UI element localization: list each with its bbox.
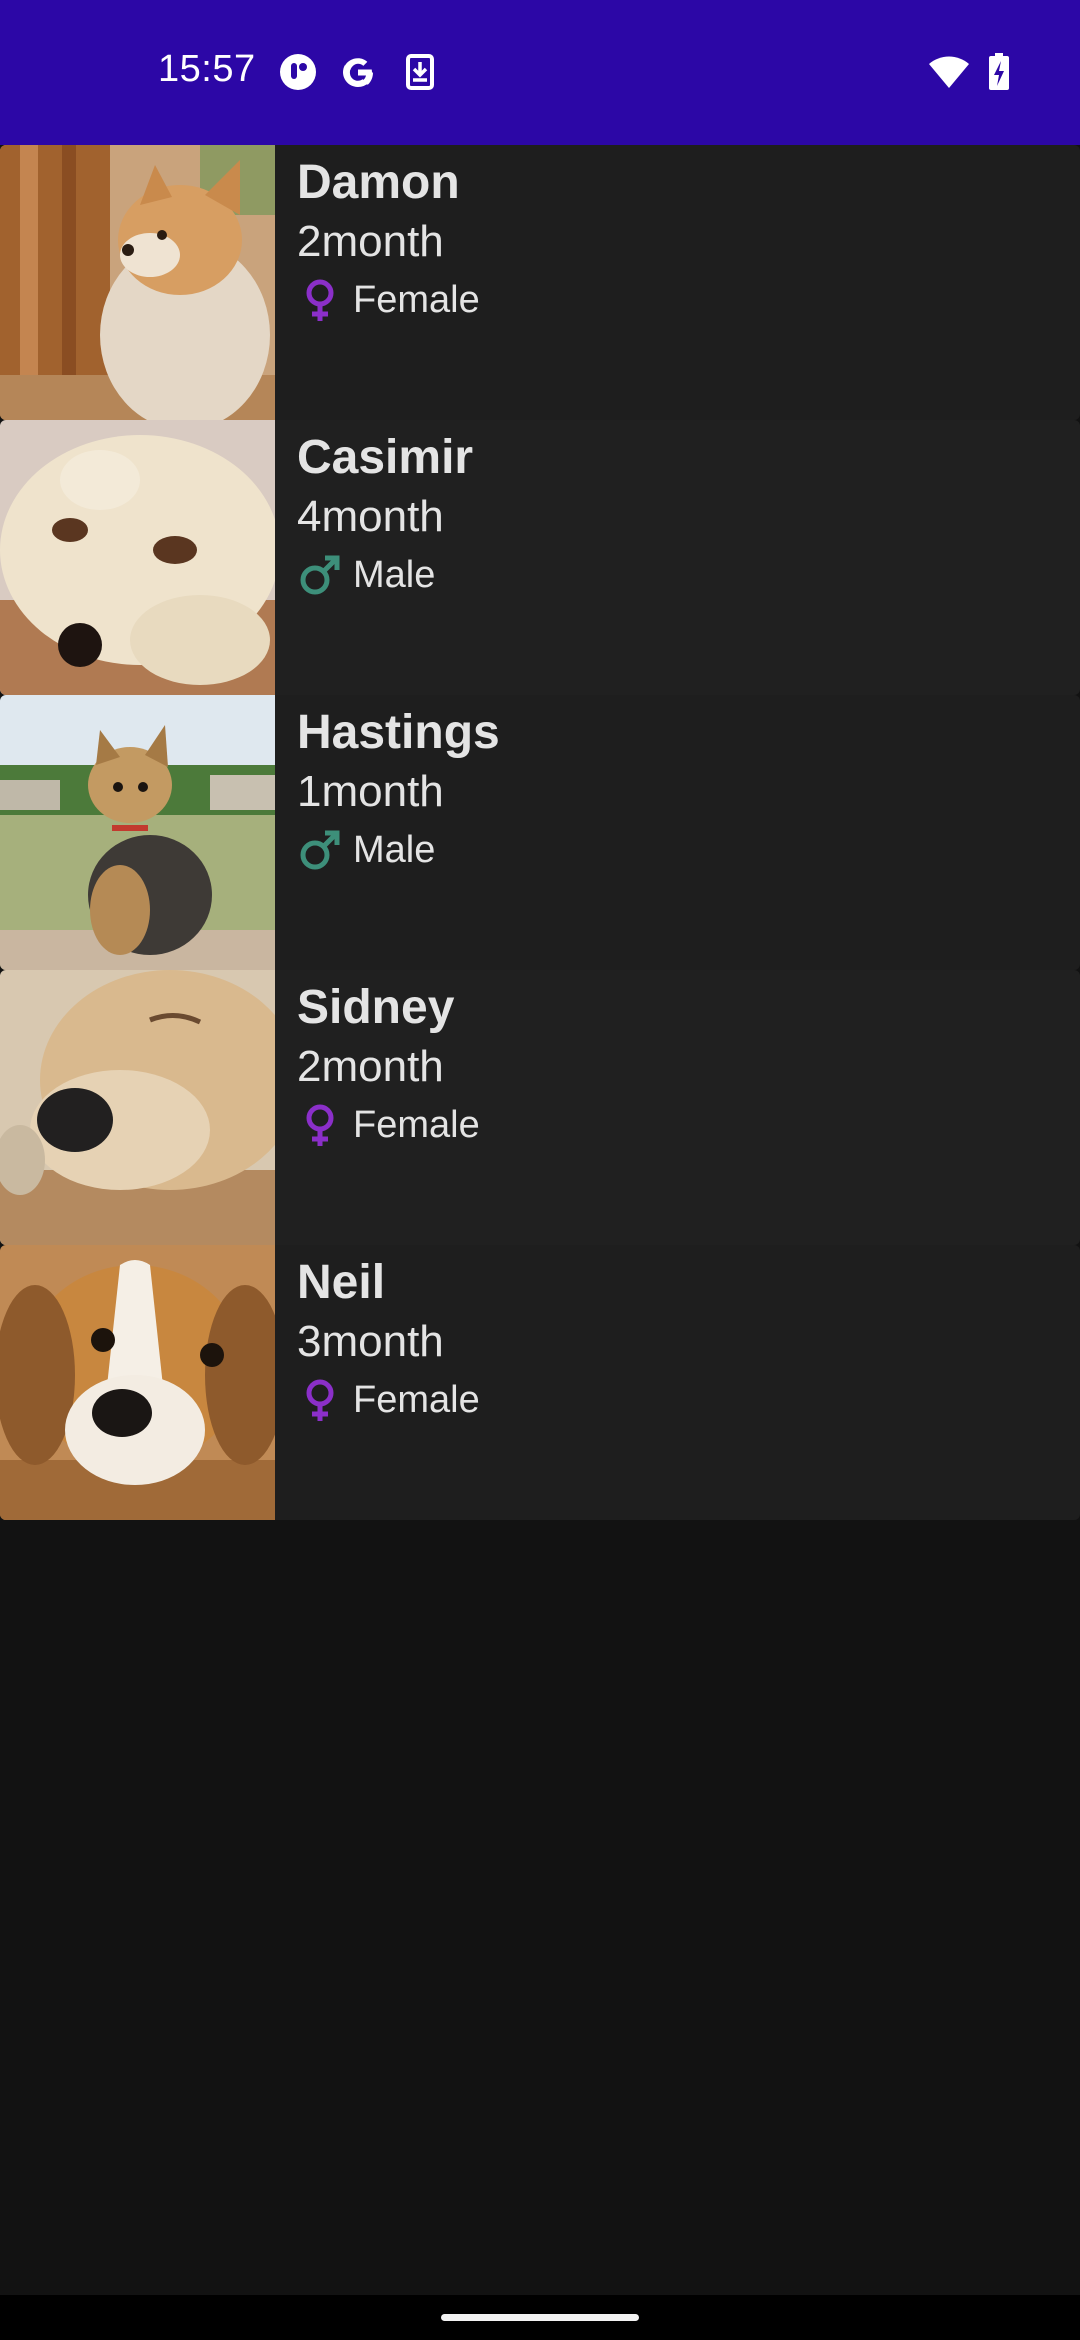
gender-row: Male (297, 550, 435, 600)
status-bar: 15:57 (0, 0, 1080, 145)
gender-row: Female (297, 1375, 480, 1425)
puppy-gender: Male (353, 553, 436, 596)
puppy-age: 3month (297, 1317, 444, 1366)
puppy-photo (0, 420, 275, 695)
puppy-age: 2month (297, 217, 444, 266)
puppy-gender: Female (353, 278, 480, 321)
puppy-card[interactable]: Casimir 4month Male (0, 420, 1080, 695)
puppy-name: Sidney (297, 981, 455, 1034)
puppy-name: Casimir (297, 431, 474, 484)
male-icon (300, 555, 340, 595)
puppy-name: Damon (297, 156, 460, 209)
assistant-icon (280, 54, 316, 90)
gender-row: Male (297, 825, 435, 875)
puppy-age: 4month (297, 492, 444, 541)
puppy-gender: Male (353, 828, 436, 871)
battery-charging-icon (989, 53, 1009, 90)
puppy-card[interactable]: Neil 3month Female (0, 1245, 1080, 1520)
puppy-photo (0, 970, 275, 1245)
wifi-icon (929, 56, 969, 88)
puppy-age: 2month (297, 1042, 444, 1091)
status-time: 15:57 (158, 48, 256, 90)
puppy-age: 1month (297, 767, 444, 816)
puppy-list: Damon 2month Female Casimir 4month Male … (0, 145, 1080, 1520)
puppy-card[interactable]: Damon 2month Female (0, 145, 1080, 420)
puppy-card[interactable]: Sidney 2month Female (0, 970, 1080, 1245)
female-icon (306, 1104, 334, 1146)
navigation-bar (0, 2295, 1080, 2340)
google-icon (343, 58, 373, 87)
puppy-name: Hastings (297, 706, 500, 759)
puppy-photo (0, 695, 275, 970)
home-gesture-handle[interactable] (441, 2314, 639, 2321)
download-icon (406, 54, 434, 90)
male-icon (300, 830, 340, 870)
puppy-photo (0, 1245, 275, 1520)
puppy-photo (0, 145, 275, 420)
female-icon (306, 1379, 334, 1421)
puppy-gender: Female (353, 1103, 480, 1146)
gender-row: Female (297, 1100, 480, 1150)
puppy-card[interactable]: Hastings 1month Male (0, 695, 1080, 970)
puppy-name: Neil (297, 1256, 386, 1309)
female-icon (306, 279, 334, 321)
puppy-gender: Female (353, 1378, 480, 1421)
gender-row: Female (297, 275, 480, 325)
